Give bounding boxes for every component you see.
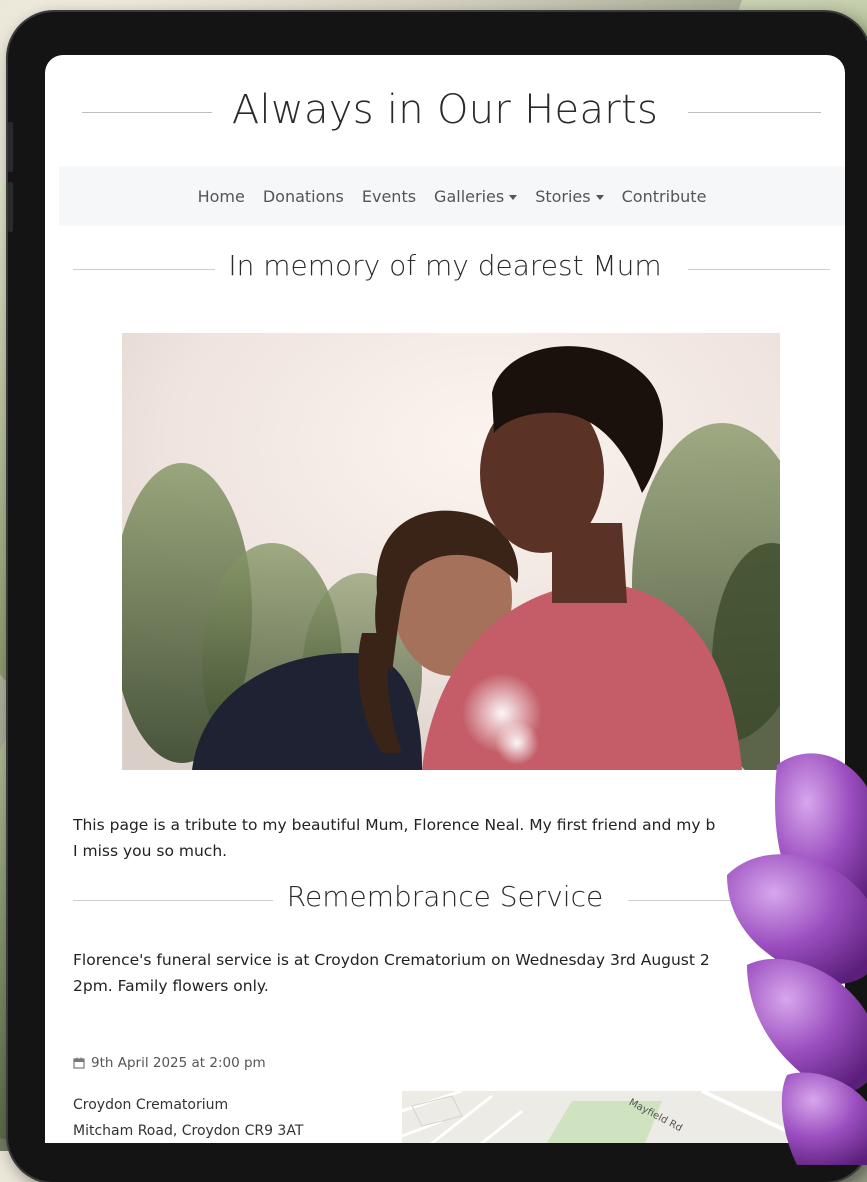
memorial-photo — [122, 333, 780, 770]
nav-item-events[interactable]: Events — [362, 187, 416, 206]
event-date: 9th April 2025 at 2:00 pm — [73, 1055, 266, 1071]
divider — [688, 112, 821, 113]
nav-label: Contribute — [621, 186, 707, 206]
site-header: Always in Our Hearts — [45, 87, 845, 137]
site-title[interactable]: Always in Our Hearts — [45, 87, 845, 133]
nav-label: Stories — [535, 186, 591, 206]
main-nav: Home Donations Events Galleries Stories … — [59, 166, 845, 226]
event-date-text: 9th April 2025 at 2:00 pm — [91, 1055, 266, 1071]
nav-item-donations[interactable]: Donations — [263, 187, 344, 206]
nav-label: Donations — [262, 186, 344, 206]
venue-name: Croydon Crematorium — [73, 1097, 229, 1113]
nav-label: Events — [361, 186, 417, 206]
tablet-side-button — [8, 182, 13, 232]
venue-street: Mitcham Road, Croydon CR9 3AT — [73, 1123, 304, 1139]
tribute-heading-row: In memory of my dearest Mum — [45, 249, 845, 289]
nav-item-stories[interactable]: Stories — [535, 186, 604, 206]
nav-item-galleries[interactable]: Galleries — [434, 186, 518, 206]
decorative-flower — [727, 753, 867, 1165]
caret-down-icon — [595, 194, 604, 200]
service-text: Florence's funeral service is at Croydon… — [73, 951, 710, 995]
nav-item-home[interactable]: Home — [198, 187, 245, 206]
venue-address: Croydon Crematorium Mitcham Road, Croydo… — [73, 1092, 303, 1143]
nav-item-contribute[interactable]: Contribute — [622, 187, 707, 206]
calendar-icon — [73, 1057, 85, 1069]
tribute-text: This page is a tribute to my beautiful M… — [73, 816, 716, 860]
tablet-side-button — [8, 122, 13, 172]
nav-label: Galleries — [434, 186, 505, 206]
nav-label: Home — [197, 186, 245, 206]
divider — [688, 269, 830, 270]
tribute-heading: In memory of my dearest Mum — [228, 249, 662, 282]
caret-down-icon — [509, 194, 518, 200]
